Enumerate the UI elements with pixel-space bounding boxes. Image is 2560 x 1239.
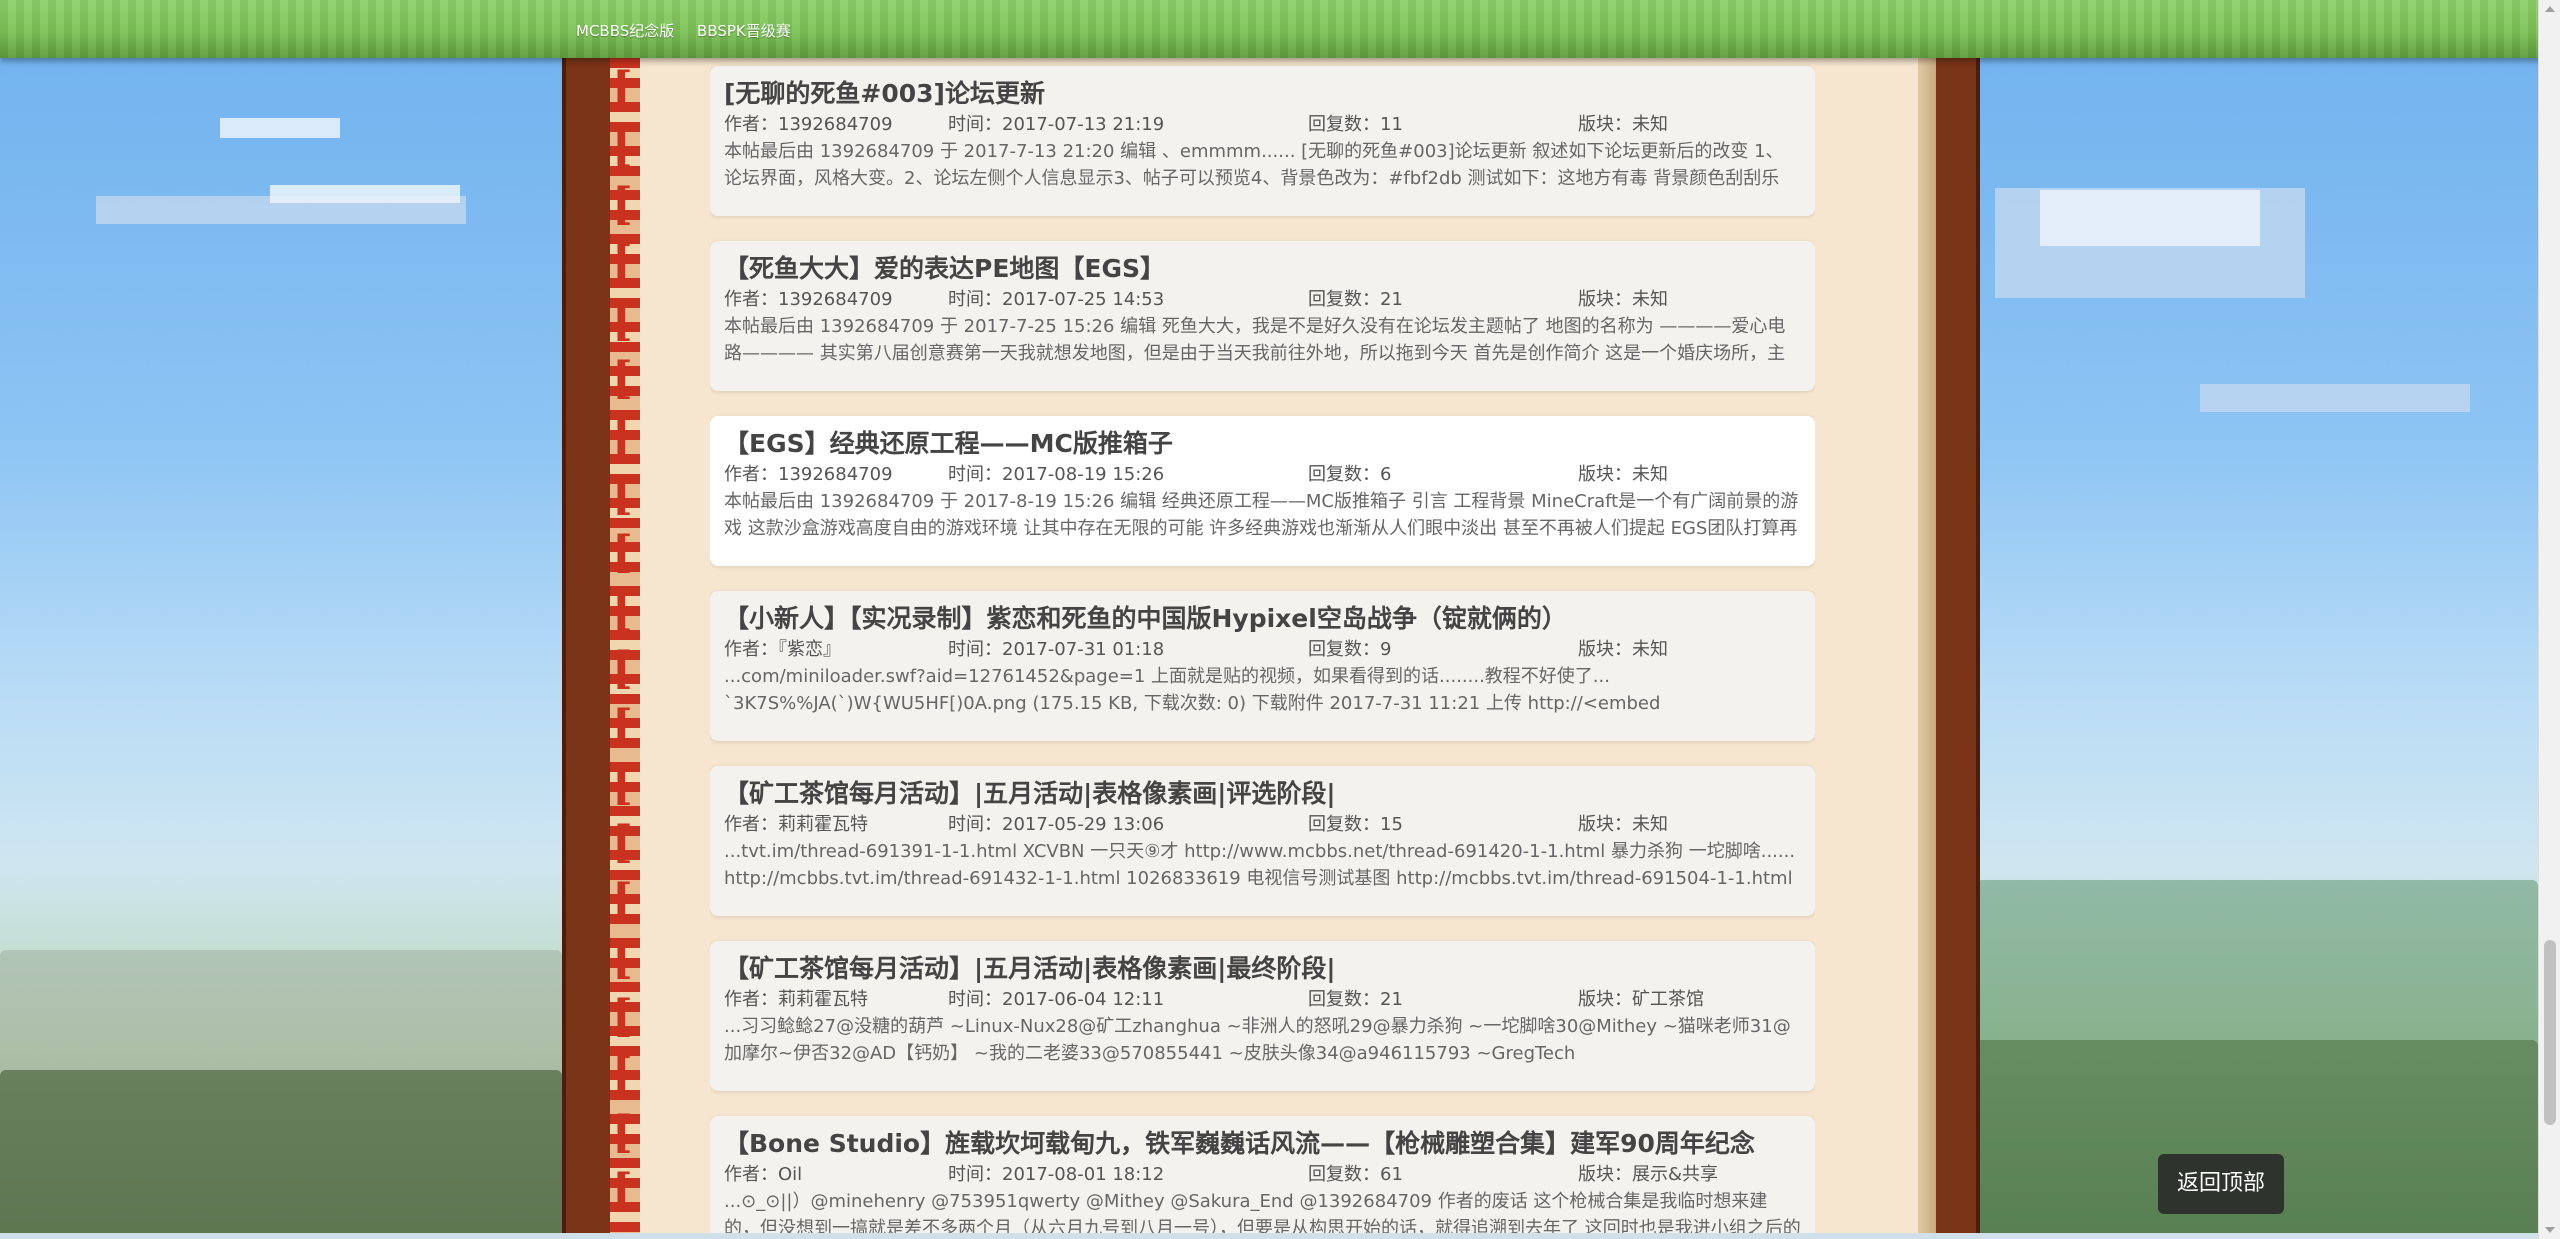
thread-meta: 作者：1392684709 时间：2017-07-13 21:19 回复数：11… — [724, 112, 1801, 138]
thread-title[interactable]: 【矿工茶馆每月活动】|五月活动|表格像素画|最终阶段| — [724, 953, 1801, 985]
window-bottom-edge — [0, 1233, 2538, 1239]
thread-replies: 回复数：6 — [1308, 464, 1392, 485]
pixel-cloud — [220, 118, 340, 138]
thread-card[interactable]: 【小新人】【实况录制】紫恋和死鱼的中国版Hypixel空岛战争（锭就俩的） 作者… — [710, 591, 1815, 741]
thread-author: 作者：1392684709 — [724, 464, 893, 485]
thread-replies: 回复数：15 — [1308, 814, 1403, 835]
thread-time: 时间：2017-05-29 13:06 — [948, 814, 1165, 835]
thread-meta: 作者：1392684709 时间：2017-08-19 15:26 回复数：6 … — [724, 462, 1801, 488]
thread-board: 版块：未知 — [1578, 639, 1668, 660]
thread-excerpt: ...tvt.im/thread-691391-1-1.html XCVBN 一… — [724, 841, 1796, 889]
thread-time: 时间：2017-08-19 15:26 — [948, 464, 1165, 485]
thread-title[interactable]: 【小新人】【实况录制】紫恋和死鱼的中国版Hypixel空岛战争（锭就俩的） — [724, 603, 1801, 635]
binding-ring: [ — [612, 701, 633, 752]
page-scrollbar[interactable] — [2538, 0, 2560, 1239]
pixel-cloud — [2040, 190, 2260, 246]
binding-ring: [ — [612, 875, 633, 926]
thread-author: 作者：『紫恋』 — [724, 639, 841, 660]
scrollbar-thumb[interactable] — [2544, 940, 2556, 1125]
thread-author: 作者：Oil — [724, 1164, 803, 1185]
thread-replies: 回复数：21 — [1308, 989, 1403, 1010]
thread-title[interactable]: 【Bone Studio】旌载坎坷载甸九，铁军巍巍话风流——【枪械雕塑合集】建军… — [724, 1128, 1801, 1160]
thread-board: 版块：展示&共享 — [1578, 1164, 1719, 1185]
binding-ring: [ — [612, 237, 633, 288]
thread-excerpt: 本帖最后由 1392684709 于 2017-7-25 15:26 编辑 死鱼… — [724, 316, 1786, 364]
binding-ring: [ — [612, 121, 633, 172]
binding-ring: [ — [612, 1049, 633, 1100]
binding-ring: [ — [612, 353, 633, 404]
thread-card[interactable]: [无聊的死鱼#003]论坛更新 作者：1392684709 时间：2017-07… — [710, 66, 1815, 216]
thread-time: 时间：2017-08-01 18:12 — [948, 1164, 1165, 1185]
binding-ring: [ — [612, 1107, 633, 1158]
thread-meta: 作者：1392684709 时间：2017-07-25 14:53 回复数：21… — [724, 287, 1801, 313]
binding-ring: [ — [612, 527, 633, 578]
thread-board: 版块：未知 — [1578, 814, 1668, 835]
book-page-edge — [1918, 58, 1936, 1239]
binding-ring: [ — [612, 643, 633, 694]
thread-excerpt: 本帖最后由 1392684709 于 2017-8-19 15:26 编辑 经典… — [724, 491, 1799, 539]
nav-item-bbspk[interactable]: BBSPK晋级赛 — [697, 20, 791, 41]
thread-author: 作者：1392684709 — [724, 114, 893, 135]
book-cover-left — [562, 58, 614, 1239]
binding-ring: [ — [612, 759, 633, 810]
thread-excerpt: ...习习鲶鲶27@没糖的葫芦 ~Linux-Nux28@矿工zhanghua … — [724, 1016, 1791, 1064]
thread-replies: 回复数：9 — [1308, 639, 1392, 660]
binding-ring: [ — [612, 991, 633, 1042]
thread-card[interactable]: 【矿工茶馆每月活动】|五月活动|表格像素画|评选阶段| 作者：莉莉霍瓦特 时间：… — [710, 766, 1815, 916]
thread-replies: 回复数：21 — [1308, 289, 1403, 310]
book-cover-right — [1936, 58, 1980, 1239]
back-to-top-button[interactable]: 返回顶部 — [2158, 1154, 2284, 1214]
pixel-cloud — [270, 185, 460, 203]
scroll-down-arrow-icon[interactable] — [2545, 1227, 2555, 1233]
pixel-cloud — [2200, 384, 2470, 412]
thread-excerpt: ...com/miniloader.swf?aid=12761452&page=… — [724, 666, 1661, 714]
thread-card[interactable]: 【Bone Studio】旌载坎坷载甸九，铁军巍巍话风流——【枪械雕塑合集】建军… — [710, 1116, 1815, 1239]
binding-ring: [ — [612, 469, 633, 520]
thread-card[interactable]: 【死鱼大大】爱的表达PE地图【EGS】 作者：1392684709 时间：201… — [710, 241, 1815, 391]
thread-board: 版块：未知 — [1578, 289, 1668, 310]
binding-ring: [ — [612, 411, 633, 462]
binding-ring: [ — [612, 933, 633, 984]
thread-card[interactable]: 【矿工茶馆每月活动】|五月活动|表格像素画|最终阶段| 作者：莉莉霍瓦特 时间：… — [710, 941, 1815, 1091]
binding-ring: [ — [612, 817, 633, 868]
thread-title[interactable]: [无聊的死鱼#003]论坛更新 — [724, 78, 1801, 110]
thread-author: 作者：莉莉霍瓦特 — [724, 989, 868, 1010]
binding-ring: [ — [612, 63, 633, 114]
binding-ring: [ — [612, 295, 633, 346]
thread-meta: 作者：Oil 时间：2017-08-01 18:12 回复数：61 版块：展示&… — [724, 1162, 1801, 1188]
thread-card[interactable]: 【EGS】经典还原工程——MC版推箱子 作者：1392684709 时间：201… — [710, 416, 1815, 566]
scenery-foliage — [0, 1070, 562, 1239]
thread-board: 版块：矿工茶馆 — [1578, 989, 1704, 1010]
thread-excerpt: 本帖最后由 1392684709 于 2017-7-13 21:20 编辑 、e… — [724, 141, 1784, 189]
thread-meta: 作者：莉莉霍瓦特 时间：2017-06-04 12:11 回复数：21 版块：矿… — [724, 987, 1801, 1013]
thread-author: 作者：1392684709 — [724, 289, 893, 310]
nav-item-mcbbs-edition[interactable]: MCBBS纪念版 — [576, 20, 674, 41]
thread-meta: 作者：『紫恋』 时间：2017-07-31 01:18 回复数：9 版块：未知 — [724, 637, 1801, 663]
book-binding-rings: [ [ [ [ [ [ [ [ [ [ [ [ [ [ [ [ [ [ [ [ — [610, 58, 640, 1239]
thread-replies: 回复数：11 — [1308, 114, 1403, 135]
thread-title[interactable]: 【EGS】经典还原工程——MC版推箱子 — [724, 428, 1801, 460]
thread-title[interactable]: 【矿工茶馆每月活动】|五月活动|表格像素画|评选阶段| — [724, 778, 1801, 810]
thread-excerpt: ...⊙_⊙||）@minehenry @753951qwerty @Mithe… — [724, 1191, 1801, 1239]
thread-replies: 回复数：61 — [1308, 1164, 1403, 1185]
thread-time: 时间：2017-07-31 01:18 — [948, 639, 1165, 660]
thread-board: 版块：未知 — [1578, 114, 1668, 135]
thread-time: 时间：2017-07-25 14:53 — [948, 289, 1165, 310]
thread-board: 版块：未知 — [1578, 464, 1668, 485]
thread-list: [无聊的死鱼#003]论坛更新 作者：1392684709 时间：2017-07… — [710, 58, 1815, 1239]
thread-meta: 作者：莉莉霍瓦特 时间：2017-05-29 13:06 回复数：15 版块：未… — [724, 812, 1801, 838]
thread-time: 时间：2017-06-04 12:11 — [948, 989, 1165, 1010]
binding-ring: [ — [612, 585, 633, 636]
top-nav-bar: MCBBS纪念版 BBSPK晋级赛 — [0, 0, 2560, 58]
binding-ring: [ — [612, 179, 633, 230]
scroll-up-arrow-icon[interactable] — [2545, 6, 2555, 12]
thread-title[interactable]: 【死鱼大大】爱的表达PE地图【EGS】 — [724, 253, 1801, 285]
thread-time: 时间：2017-07-13 21:19 — [948, 114, 1165, 135]
binding-ring: [ — [612, 1165, 633, 1216]
thread-author: 作者：莉莉霍瓦特 — [724, 814, 868, 835]
